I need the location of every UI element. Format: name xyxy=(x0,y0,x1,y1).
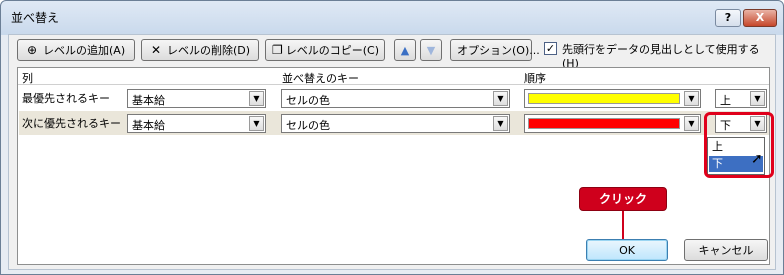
add-level-label: レベルの追加(A) xyxy=(43,44,126,57)
delete-level-button[interactable]: ✕ レベルの削除(D) xyxy=(141,39,259,61)
position-select[interactable]: 上 ▼ xyxy=(715,89,767,108)
header-divider xyxy=(18,84,769,85)
move-down-button[interactable]: ▼ xyxy=(420,39,442,61)
chevron-down-icon[interactable]: ▼ xyxy=(684,91,699,106)
title-bar: 並べ替え ? X xyxy=(1,1,783,31)
close-button[interactable]: X xyxy=(743,9,777,27)
chevron-down-icon[interactable]: ▼ xyxy=(249,116,264,131)
color-swatch xyxy=(528,93,680,104)
ok-button[interactable]: OK xyxy=(586,239,668,261)
column-select[interactable]: 基本給 ▼ xyxy=(127,89,266,108)
move-up-button[interactable]: ▲ xyxy=(394,39,416,61)
add-level-button[interactable]: ⊕ レベルの追加(A) xyxy=(17,39,135,61)
help-button[interactable]: ? xyxy=(715,9,741,27)
chevron-down-icon[interactable]: ▼ xyxy=(684,116,699,131)
options-label: オプション(O)... xyxy=(457,44,540,57)
add-level-icon: ⊕ xyxy=(26,43,38,57)
dialog-title: 並べ替え xyxy=(11,11,60,25)
sort-levels-grid: 列 並べ替えのキー 順序 最優先されるキー 基本給 ▼ セルの色 ▼ ▼ 上 ▼… xyxy=(17,67,770,265)
row-label: 最優先されるキー xyxy=(22,92,110,105)
options-button[interactable]: オプション(O)... xyxy=(450,39,540,61)
sort-level-row[interactable]: 次に優先されるキー 基本給 ▼ セルの色 ▼ ▼ 下 ▼ xyxy=(19,111,769,135)
column-value: 基本給 xyxy=(132,119,165,132)
dialog-body: ⊕ レベルの追加(A) ✕ レベルの削除(D) ❐ レベルのコピー(C) ▲ ▼… xyxy=(8,34,776,270)
sort-on-select[interactable]: セルの色 ▼ xyxy=(281,89,510,108)
copy-icon: ❐ xyxy=(272,43,283,57)
copy-level-label: レベルのコピー(C) xyxy=(285,44,380,57)
sort-on-select[interactable]: セルの色 ▼ xyxy=(281,114,510,133)
cancel-button[interactable]: キャンセル xyxy=(684,239,768,261)
arrow-up-icon: ▲ xyxy=(400,43,410,57)
color-swatch xyxy=(528,118,680,129)
sort-on-value: セルの色 xyxy=(286,94,330,107)
header-row-checkbox-label: 先頭行をデータの見出しとして使用する(H) xyxy=(562,43,760,70)
order-color-select[interactable]: ▼ xyxy=(524,89,701,108)
row-label: 次に優先されるキー xyxy=(22,117,121,130)
chevron-down-icon[interactable]: ▼ xyxy=(493,116,508,131)
column-select[interactable]: 基本給 ▼ xyxy=(127,114,266,133)
highlight-ring xyxy=(704,112,774,178)
sort-on-value: セルの色 xyxy=(286,119,330,132)
column-value: 基本給 xyxy=(132,94,165,107)
header-row-checkbox[interactable]: ✓ xyxy=(544,42,557,55)
sort-dialog: 並べ替え ? X ⊕ レベルの追加(A) ✕ レベルの削除(D) ❐ レベルのコ… xyxy=(0,0,784,275)
sort-level-row[interactable]: 最優先されるキー 基本給 ▼ セルの色 ▼ ▼ 上 ▼ xyxy=(19,86,769,110)
delete-icon: ✕ xyxy=(150,43,162,57)
delete-level-label: レベルの削除(D) xyxy=(167,44,251,57)
chevron-down-icon[interactable]: ▼ xyxy=(750,91,765,106)
copy-level-button[interactable]: ❐ レベルのコピー(C) xyxy=(265,39,385,61)
click-callout: クリック xyxy=(579,187,667,211)
chevron-down-icon[interactable]: ▼ xyxy=(249,91,264,106)
position-value: 上 xyxy=(720,94,731,107)
chevron-down-icon[interactable]: ▼ xyxy=(493,91,508,106)
order-color-select[interactable]: ▼ xyxy=(524,114,701,133)
arrow-down-icon: ▼ xyxy=(426,43,436,57)
